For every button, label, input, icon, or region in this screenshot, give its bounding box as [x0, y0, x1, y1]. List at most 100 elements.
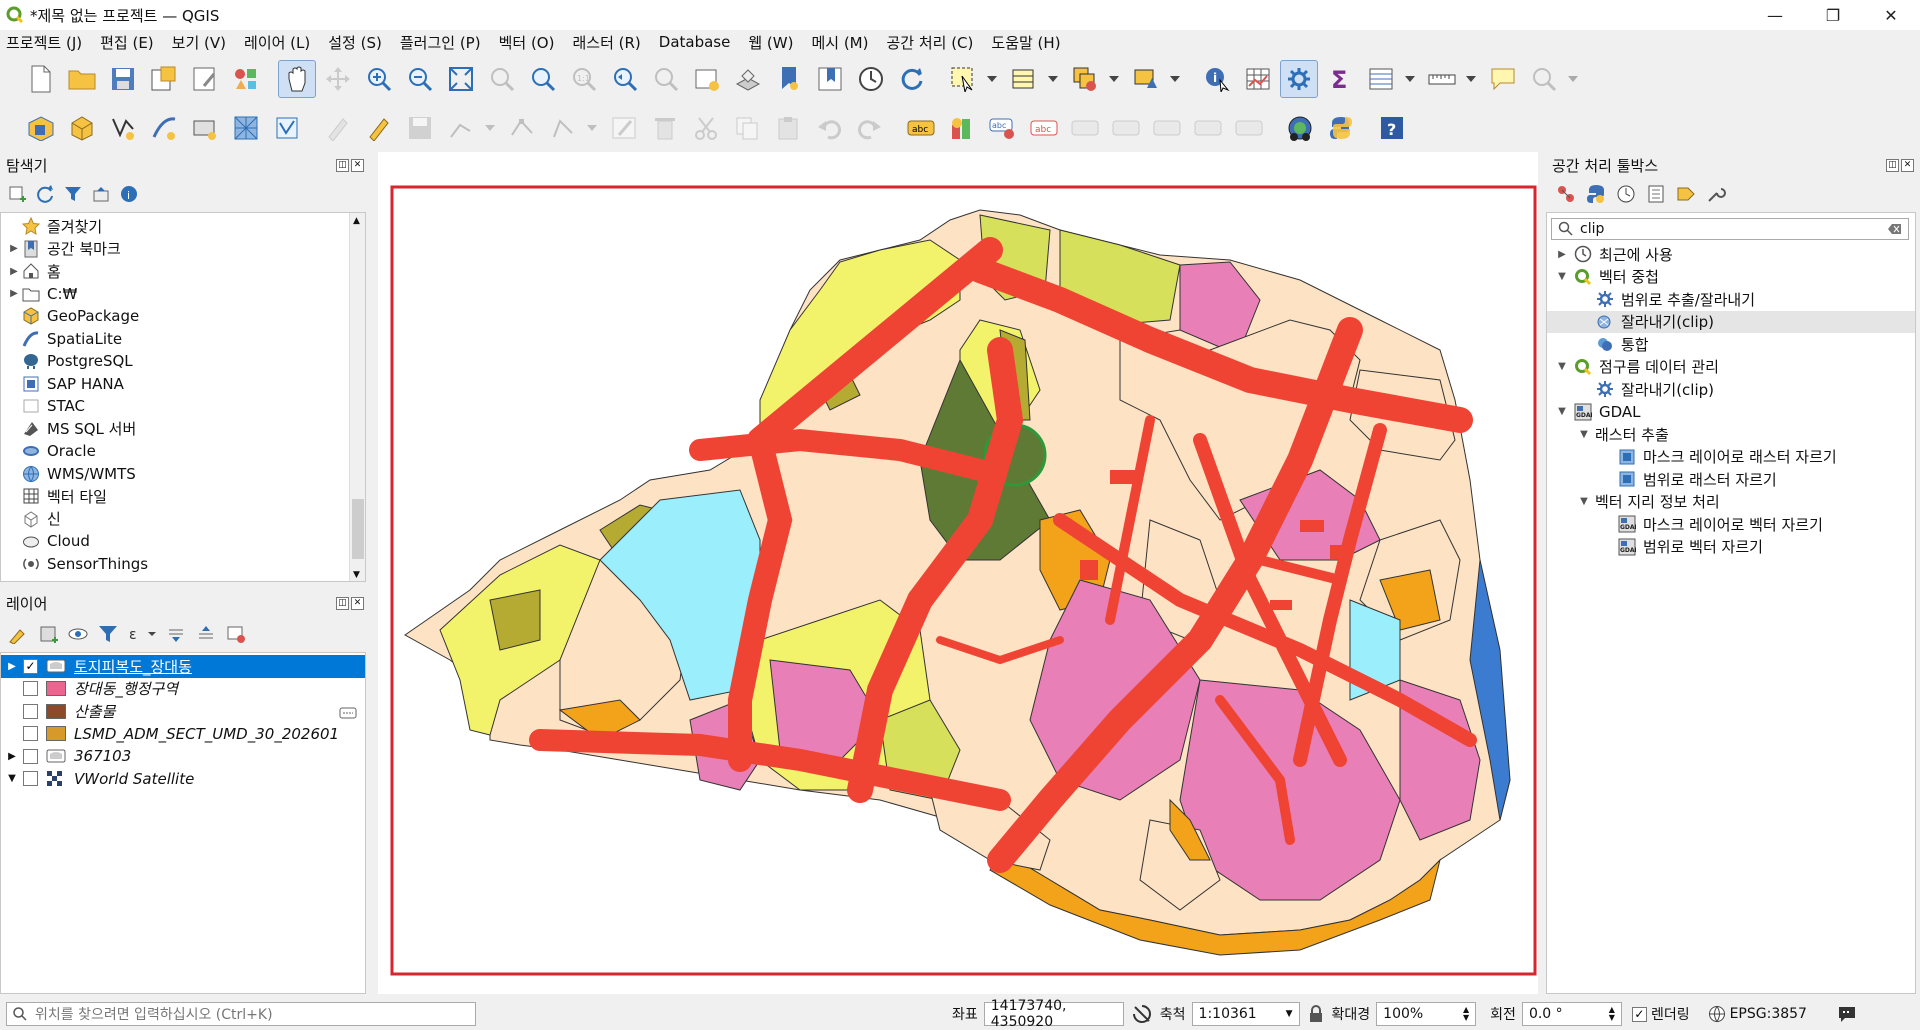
new-virtual-layer-icon[interactable]: [186, 109, 224, 147]
save-project-icon[interactable]: [104, 60, 142, 98]
scripts-icon[interactable]: [1586, 184, 1606, 204]
layer-row-3[interactable]: LSMD_ADM_SECT_UMD_30_202601: [1, 723, 365, 746]
browser-item-4[interactable]: GeoPackage: [1, 305, 365, 328]
attribute-dropdown-icon[interactable]: [1046, 60, 1060, 98]
open-project-icon[interactable]: [63, 60, 101, 98]
zoom-next-icon[interactable]: [647, 60, 685, 98]
digitize-line-icon[interactable]: [442, 109, 480, 147]
browser-item-1[interactable]: ▶ 공간 북마크: [1, 238, 365, 261]
expand-arrow-icon[interactable]: ▼: [1555, 361, 1569, 372]
layer-indicator-icon[interactable]: [339, 706, 357, 720]
history-icon[interactable]: [1616, 184, 1636, 204]
pin-labels-icon[interactable]: abc: [984, 109, 1022, 147]
expand-arrow-icon[interactable]: ▶: [7, 288, 21, 299]
layer-visibility-checkbox[interactable]: [23, 726, 38, 742]
processing-item-8[interactable]: ▼ 래스터 추출: [1547, 423, 1915, 446]
new-map-view-icon[interactable]: [688, 60, 726, 98]
expand-arrow-icon[interactable]: ▶: [5, 751, 19, 762]
browser-item-9[interactable]: MS SQL 서버: [1, 418, 365, 441]
zoom-last-icon[interactable]: [606, 60, 644, 98]
results-viewer-icon[interactable]: [1646, 184, 1666, 204]
lock-scale-icon[interactable]: [1308, 1005, 1324, 1023]
manage-visibility-icon[interactable]: [68, 624, 88, 644]
expand-all-icon[interactable]: [166, 624, 186, 644]
browser-item-7[interactable]: SAP HANA: [1, 373, 365, 396]
save-as-icon[interactable]: [145, 60, 183, 98]
crs-globe-icon[interactable]: [1708, 1005, 1726, 1023]
expand-arrow-icon[interactable]: ▶: [7, 243, 21, 254]
redo-icon[interactable]: [851, 109, 889, 147]
new-spatialite-layer-icon[interactable]: [145, 109, 183, 147]
scale-dropdown-icon[interactable]: ▼: [1286, 1009, 1293, 1019]
show-bookmarks-icon[interactable]: [811, 60, 849, 98]
zoom-in-icon[interactable]: [360, 60, 398, 98]
new-3d-view-icon[interactable]: [729, 60, 767, 98]
menu-item-11[interactable]: 공간 처리 (C): [886, 32, 973, 53]
select-location-icon[interactable]: [1127, 60, 1165, 98]
menu-item-8[interactable]: Database: [659, 33, 731, 51]
delete-selected-icon[interactable]: [646, 109, 684, 147]
toggle-extents-icon[interactable]: [1132, 1004, 1152, 1024]
processing-item-11[interactable]: ▼ 벡터 지리 정보 처리: [1547, 491, 1915, 514]
browser-scrollbar[interactable]: ▲ ▼: [349, 213, 365, 581]
processing-search[interactable]: clip: [1551, 218, 1909, 240]
close-layers-button[interactable]: ✕: [351, 596, 364, 610]
processing-item-13[interactable]: GDAL 범위로 벡터 자르기: [1547, 536, 1915, 559]
table-dropdown-icon[interactable]: [1403, 60, 1417, 98]
zoom-native-icon[interactable]: 1:1: [565, 60, 603, 98]
pan-to-selection-icon[interactable]: [319, 60, 357, 98]
open-attribute-table-icon[interactable]: [1239, 60, 1277, 98]
location-dropdown-icon[interactable]: [1168, 60, 1182, 98]
browser-item-3[interactable]: ▶ C:₩: [1, 283, 365, 306]
layer-visibility-checkbox[interactable]: [23, 748, 38, 764]
processing-item-4[interactable]: 통합: [1547, 333, 1915, 356]
messages-icon[interactable]: [1837, 1005, 1857, 1023]
zoom-to-selection-icon[interactable]: [483, 60, 521, 98]
expand-arrow-icon[interactable]: ▶: [7, 266, 21, 277]
bookmark-new-icon[interactable]: [770, 60, 808, 98]
diagram-properties-icon[interactable]: [943, 109, 981, 147]
annotation-dropdown-icon[interactable]: [1566, 60, 1580, 98]
label-options-icon[interactable]: [1230, 109, 1268, 147]
new-geopackage-layer-icon[interactable]: [63, 109, 101, 147]
render-checkbox[interactable]: ✓: [1631, 1006, 1647, 1022]
statistics-sum-icon[interactable]: Σ: [1321, 60, 1359, 98]
map-tips-icon[interactable]: [1484, 60, 1522, 98]
digitize-dropdown-icon[interactable]: [483, 109, 497, 147]
new-shapefile-layer-icon[interactable]: [104, 109, 142, 147]
filter-browser-icon[interactable]: [64, 185, 82, 203]
edit-table-icon[interactable]: [605, 109, 643, 147]
processing-item-6[interactable]: 잘라내기(clip): [1547, 378, 1915, 401]
copy-features-icon[interactable]: [728, 109, 766, 147]
map-canvas[interactable]: [378, 152, 1538, 994]
close-button[interactable]: ✕: [1862, 0, 1920, 30]
properties-info-icon[interactable]: i: [120, 185, 138, 203]
browser-item-0[interactable]: 즐겨찾기: [1, 215, 365, 238]
close-panel-button[interactable]: ✕: [351, 158, 364, 172]
expand-arrow-icon[interactable]: ▶: [1555, 249, 1569, 260]
add-group-icon[interactable]: [38, 624, 58, 644]
temporal-controller-icon[interactable]: [852, 60, 890, 98]
menu-item-10[interactable]: 메시 (M): [811, 32, 868, 53]
identify-features-icon[interactable]: i: [1198, 60, 1236, 98]
new-project-icon[interactable]: [22, 60, 60, 98]
magnifier-spinbox[interactable]: 100% ▲ ▼: [1376, 1002, 1477, 1026]
move-label-icon[interactable]: [1107, 109, 1145, 147]
collapse-all-icon[interactable]: [92, 185, 110, 203]
processing-item-1[interactable]: ▼ 벡터 중첩: [1547, 266, 1915, 289]
modify-attributes-icon[interactable]: [544, 109, 582, 147]
layer-visibility-checkbox[interactable]: ✓: [23, 658, 38, 674]
new-temporary-scratch-icon[interactable]: [268, 109, 306, 147]
expand-arrow-icon[interactable]: ▼: [1555, 271, 1569, 282]
collapse-layers-icon[interactable]: [196, 624, 216, 644]
remove-layer-icon[interactable]: [226, 624, 246, 644]
measure-dropdown-icon[interactable]: [1464, 60, 1478, 98]
expand-arrow-icon[interactable]: ▼: [1577, 496, 1591, 507]
rotation-spinbox[interactable]: 0.0 ° ▲ ▼: [1521, 1002, 1622, 1026]
menu-item-0[interactable]: 프로젝트 (J): [6, 32, 82, 53]
current-edits-icon[interactable]: [319, 109, 357, 147]
select-features-icon[interactable]: [944, 60, 982, 98]
processing-toolbox-icon[interactable]: [1280, 60, 1318, 98]
rotate-label-icon[interactable]: [1148, 109, 1186, 147]
new-annotation-icon[interactable]: [1525, 60, 1563, 98]
